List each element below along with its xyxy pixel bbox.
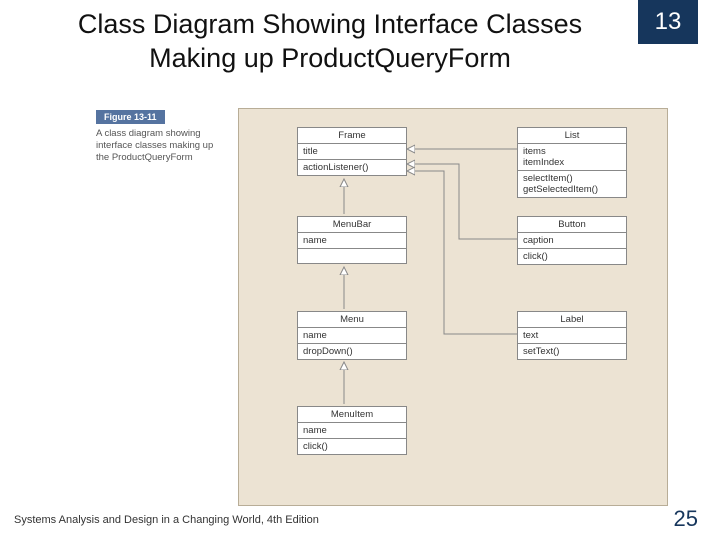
uml-name: MenuItem	[298, 407, 406, 423]
uml-class-button: Button caption click()	[517, 216, 627, 265]
page-number: 25	[674, 506, 698, 532]
figure-label: Figure 13-11	[96, 110, 165, 124]
uml-class-label: Label text setText()	[517, 311, 627, 360]
uml-attrs: name	[298, 233, 406, 249]
uml-name: Menu	[298, 312, 406, 328]
header: Class Diagram Showing Interface Classes …	[0, 0, 720, 76]
uml-name: List	[518, 128, 626, 144]
uml-attrs: text	[518, 328, 626, 344]
uml-class-menuitem: MenuItem name click()	[297, 406, 407, 455]
content-area: Figure 13-11 A class diagram showing int…	[78, 110, 658, 510]
uml-attrs: itemsitemIndex	[518, 144, 626, 171]
uml-class-menubar: MenuBar name	[297, 216, 407, 264]
uml-attrs: caption	[518, 233, 626, 249]
uml-ops: selectItem()getSelectedItem()	[518, 171, 626, 197]
uml-class-list: List itemsitemIndex selectItem()getSelec…	[517, 127, 627, 198]
uml-name: Button	[518, 217, 626, 233]
footer-text: Systems Analysis and Design in a Changin…	[14, 514, 319, 526]
uml-attrs: name	[298, 328, 406, 344]
uml-ops: dropDown()	[298, 344, 406, 359]
slide: Class Diagram Showing Interface Classes …	[0, 0, 720, 540]
chapter-badge: 13	[638, 0, 698, 44]
uml-name: Frame	[298, 128, 406, 144]
uml-name: MenuBar	[298, 217, 406, 233]
uml-ops: setText()	[518, 344, 626, 359]
uml-attrs: title	[298, 144, 406, 160]
uml-class-menu: Menu name dropDown()	[297, 311, 407, 360]
uml-ops: actionListener()	[298, 160, 406, 175]
figure-caption: A class diagram showing interface classe…	[96, 128, 226, 164]
uml-ops	[298, 249, 406, 263]
diagram-panel: Frame title actionListener() List itemsi…	[238, 108, 668, 506]
uml-name: Label	[518, 312, 626, 328]
slide-title: Class Diagram Showing Interface Classes …	[40, 8, 620, 76]
uml-attrs: name	[298, 423, 406, 439]
uml-ops: click()	[298, 439, 406, 454]
uml-ops: click()	[518, 249, 626, 264]
uml-class-frame: Frame title actionListener()	[297, 127, 407, 176]
